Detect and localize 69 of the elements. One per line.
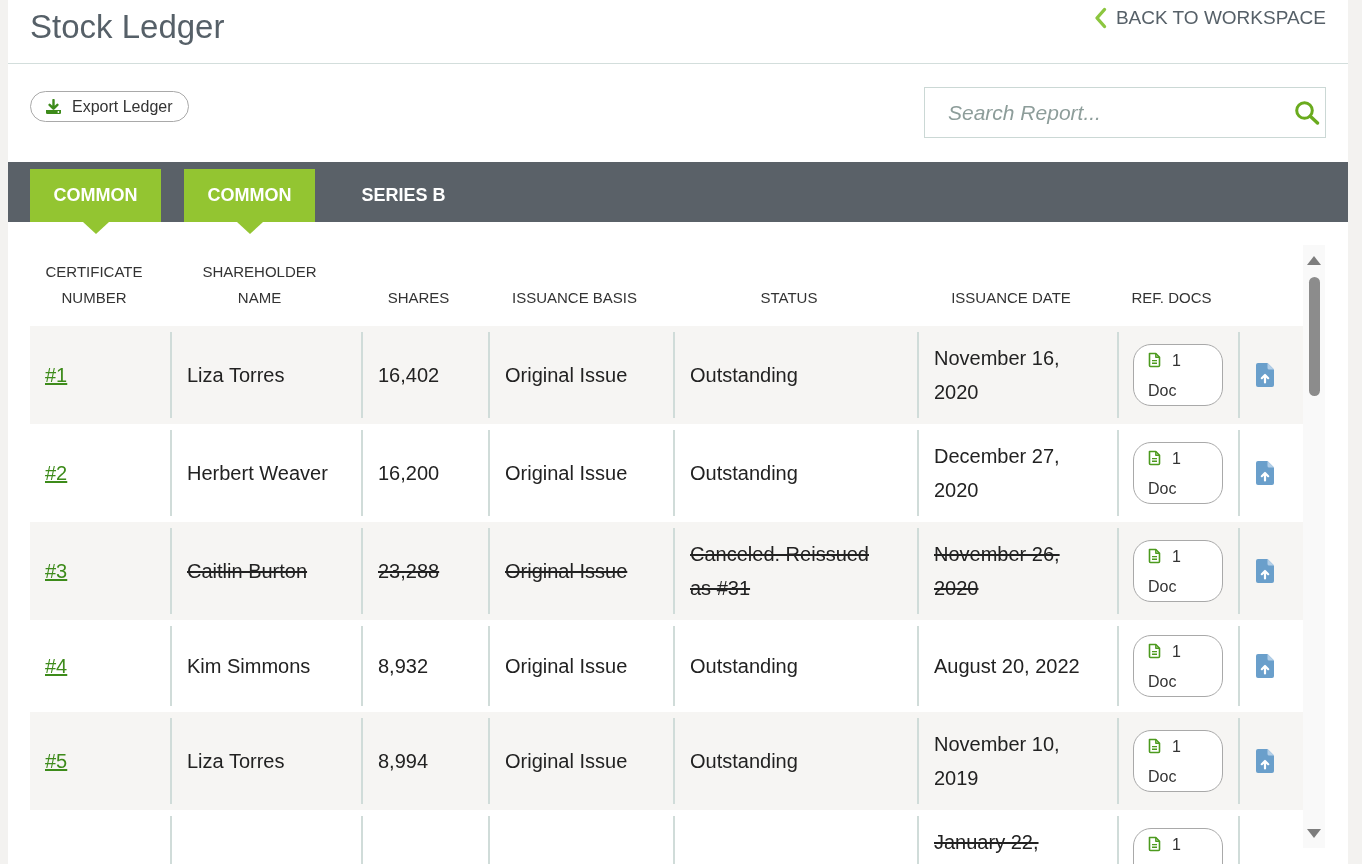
certificate-link[interactable]: #3 [45,554,68,588]
document-icon [1148,352,1161,368]
certificate-link[interactable]: #4 [45,649,68,683]
certificate-link[interactable]: #5 [45,744,68,778]
issuance-basis-cell: Original Issue [488,626,673,706]
shares-cell: 8,932 [361,626,488,706]
page-title: Stock Ledger [30,7,225,46]
column-header: STATUS [760,288,818,308]
shares-cell: 16,200 [361,430,488,516]
issuance-basis-cell: Original Issue [488,430,673,516]
file-upload-icon[interactable] [1256,559,1274,583]
document-icon [1148,643,1161,659]
documents-button[interactable]: 1 Doc [1133,635,1223,697]
export-ledger-button[interactable]: Export Ledger [30,91,189,122]
back-to-workspace-link[interactable]: BACK TO WORKSPACE [1093,7,1326,29]
column-header: ISSUANCE DATE [951,288,1071,308]
issuance-basis-cell: Original Issue [488,718,673,804]
chevron-left-icon [1093,7,1107,29]
shareholder-name-cell: Kim Simmons [170,626,361,706]
column-header: SHAREHOLDER NAME [201,262,318,308]
issuance-basis-cell: Original Issue [488,528,673,614]
shares-cell: 16,402 [361,332,488,418]
shareholder-name-cell: Herbert Weaver [170,430,361,516]
issuance-date-cell: December 27, 2020 [917,430,1117,516]
file-upload-icon[interactable] [1256,363,1274,387]
shareholder-name-cell: Liza Torres [170,718,361,804]
documents-button[interactable]: 1 Doc [1133,540,1223,602]
status-cell: Outstanding [673,430,917,516]
certificate-link[interactable]: #1 [45,358,68,392]
file-upload-icon[interactable] [1256,749,1274,773]
issuance-date-cell: January 22, [917,816,1117,864]
status-cell: Outstanding [673,332,917,418]
issuance-date-cell: November 26, 2020 [917,528,1117,614]
scrollbar[interactable] [1303,245,1325,848]
documents-button[interactable]: 1 [1133,828,1223,864]
file-upload-icon[interactable] [1256,654,1274,678]
status-cell: Canceled. Reissued as #31 [673,528,917,614]
status-cell: Outstanding [673,626,917,706]
shares-cell: 23,288 [361,528,488,614]
issuance-date-cell: November 16, 2020 [917,332,1117,418]
document-icon [1148,738,1161,754]
shareholder-name-cell: Liza Torres [170,332,361,418]
column-header: REF. DOCS [1131,288,1212,308]
tab[interactable]: SERIES B [338,169,469,222]
search-field[interactable]: Search Report... [924,87,1326,138]
scroll-up-arrow-icon[interactable] [1307,256,1321,265]
tab-pointer-icon [236,222,263,234]
status-cell: Outstanding [673,718,917,804]
search-icon[interactable] [1294,100,1320,125]
issuance-date-cell: August 20, 2022 [917,626,1117,706]
certificate-link[interactable]: #2 [45,456,68,490]
issuance-date-cell: November 10, 2019 [917,718,1117,804]
document-icon [1148,836,1161,852]
scrollbar-thumb[interactable] [1308,277,1320,396]
shareholder-name-cell: Caitlin Burton [170,528,361,614]
download-icon [45,99,62,114]
column-header: CERTIFICATE NUMBER [44,262,144,308]
file-upload-icon[interactable] [1256,461,1274,485]
document-icon [1148,548,1161,564]
tab-pointer-icon [82,222,109,234]
documents-button[interactable]: 1 Doc [1133,730,1223,792]
documents-button[interactable]: 1 Doc [1133,442,1223,504]
column-header: SHARES [387,288,450,308]
document-icon [1148,450,1161,466]
scroll-down-arrow-icon[interactable] [1307,829,1321,838]
column-header: ISSUANCE BASIS [511,288,637,308]
documents-button[interactable]: 1 Doc [1133,344,1223,406]
shares-cell: 8,994 [361,718,488,804]
issuance-basis-cell: Original Issue [488,332,673,418]
